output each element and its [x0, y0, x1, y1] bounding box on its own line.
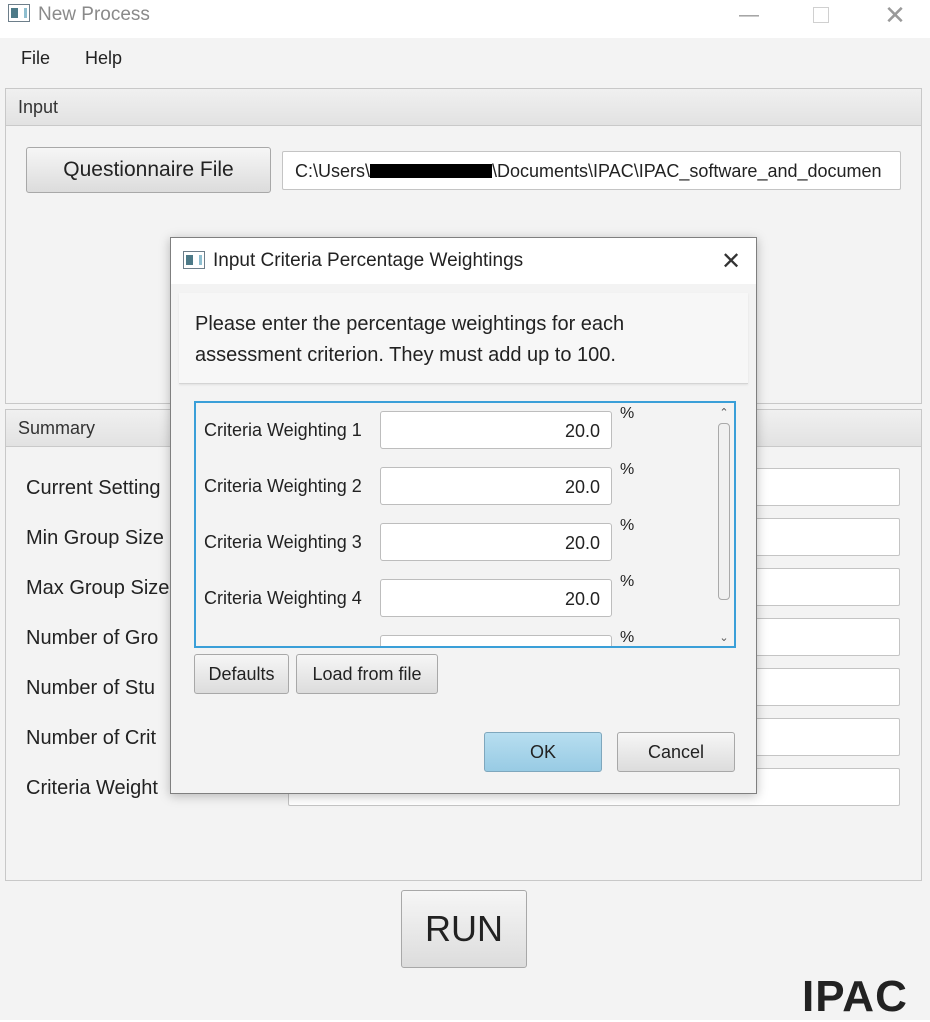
number-of-criteria-label: Number of Crit — [26, 727, 157, 749]
vertical-scrollbar[interactable]: ⌃ ⌄ — [716, 405, 732, 644]
criteria-weighting-label: Criteria Weighting 2 — [204, 476, 362, 496]
dialog-message-line-1: Please enter the percentage weightings f… — [195, 313, 625, 335]
questionnaire-path-field[interactable]: C:\Users\ \Documents\IPAC\IPAC_software_a… — [282, 151, 901, 190]
ipac-logo-text: IPAC — [802, 972, 908, 1021]
input-panel-header: Input — [6, 89, 921, 126]
path-suffix: \Documents\IPAC\IPAC_software_and_docume… — [492, 161, 882, 181]
app-icon — [8, 4, 30, 22]
max-group-size-label: Max Group Size — [26, 577, 170, 599]
percent-unit: % — [620, 461, 635, 478]
ok-button-label: OK — [529, 741, 556, 762]
dialog-title: Input Criteria Percentage Weightings — [213, 250, 524, 271]
summary-panel-title: Summary — [18, 418, 96, 438]
questionnaire-file-label: Questionnaire File — [63, 158, 234, 181]
close-icon: ✕ — [884, 0, 906, 30]
window-title: New Process — [38, 4, 150, 25]
defaults-button-label: Defaults — [208, 663, 275, 684]
number-of-students-label: Number of Stu — [26, 677, 155, 699]
criteria-weighting-row: Criteria Weighting 1 20.0 % — [196, 405, 716, 451]
maximize-button[interactable] — [786, 0, 856, 30]
min-group-size-label: Min Group Size — [26, 527, 164, 549]
criteria-weighting-row-partial: % — [196, 629, 716, 646]
criteria-weightings-label: Criteria Weight — [26, 777, 158, 799]
criteria-weighting-input[interactable]: 20.0 — [380, 523, 612, 561]
criteria-weighting-label: Criteria Weighting 1 — [204, 420, 362, 440]
criteria-weighting-row: Criteria Weighting 4 20.0 % — [196, 573, 716, 619]
path-prefix: C:\Users\ — [295, 161, 371, 181]
menu-help[interactable]: Help — [85, 48, 122, 69]
criteria-weighting-row: Criteria Weighting 3 20.0 % — [196, 517, 716, 563]
percent-unit-partial: % — [620, 629, 635, 646]
percent-unit: % — [620, 573, 635, 590]
cancel-button[interactable]: Cancel — [617, 732, 735, 772]
minimize-button[interactable]: — — [714, 0, 784, 30]
dialog-message-box: Please enter the percentage weightings f… — [179, 293, 748, 384]
close-icon: ✕ — [720, 247, 742, 275]
percent-unit: % — [620, 517, 635, 534]
criteria-weighting-row: Criteria Weighting 2 20.0 % — [196, 461, 716, 507]
weightings-scroll-pane[interactable]: Criteria Weighting 1 20.0 % Criteria Wei… — [194, 401, 736, 648]
percent-unit: % — [620, 405, 635, 422]
load-from-file-button[interactable]: Load from file — [296, 654, 438, 694]
load-from-file-label: Load from file — [312, 663, 422, 684]
number-of-groups-label: Number of Gro — [26, 627, 159, 649]
criteria-weighting-input[interactable]: 20.0 — [380, 579, 612, 617]
ok-button[interactable]: OK — [484, 732, 602, 772]
redacted-username — [370, 164, 493, 178]
cancel-button-label: Cancel — [647, 741, 705, 762]
criteria-weighting-input-partial[interactable] — [380, 635, 612, 646]
questionnaire-file-button[interactable]: Questionnaire File — [26, 147, 271, 193]
criteria-weightings-dialog: Input Criteria Percentage Weightings ✕ P… — [170, 237, 757, 794]
dialog-message-line-2: assessment criterion. They must add up t… — [195, 344, 616, 366]
dialog-app-icon — [183, 251, 205, 269]
run-button[interactable]: RUN — [401, 890, 527, 968]
run-button-label: RUN — [425, 908, 503, 949]
input-panel-title: Input — [18, 97, 59, 117]
criteria-weighting-label: Criteria Weighting 4 — [204, 588, 362, 608]
minimize-icon: — — [739, 3, 759, 26]
criteria-weighting-input[interactable]: 20.0 — [380, 411, 612, 449]
scroll-up-icon[interactable]: ⌃ — [716, 405, 732, 419]
criteria-weighting-label: Criteria Weighting 3 — [204, 532, 362, 552]
dialog-close-button[interactable]: ✕ — [711, 246, 751, 276]
criteria-weighting-input[interactable]: 20.0 — [380, 467, 612, 505]
scroll-down-icon[interactable]: ⌄ — [716, 630, 732, 644]
dialog-message: Please enter the percentage weightings f… — [195, 309, 624, 371]
maximize-icon — [813, 7, 829, 23]
defaults-button[interactable]: Defaults — [194, 654, 289, 694]
menu-bar — [0, 38, 930, 79]
menu-file[interactable]: File — [21, 48, 50, 69]
scroll-thumb[interactable] — [718, 423, 730, 600]
close-button[interactable]: ✕ — [860, 0, 930, 30]
current-setting-label: Current Setting — [26, 477, 161, 499]
